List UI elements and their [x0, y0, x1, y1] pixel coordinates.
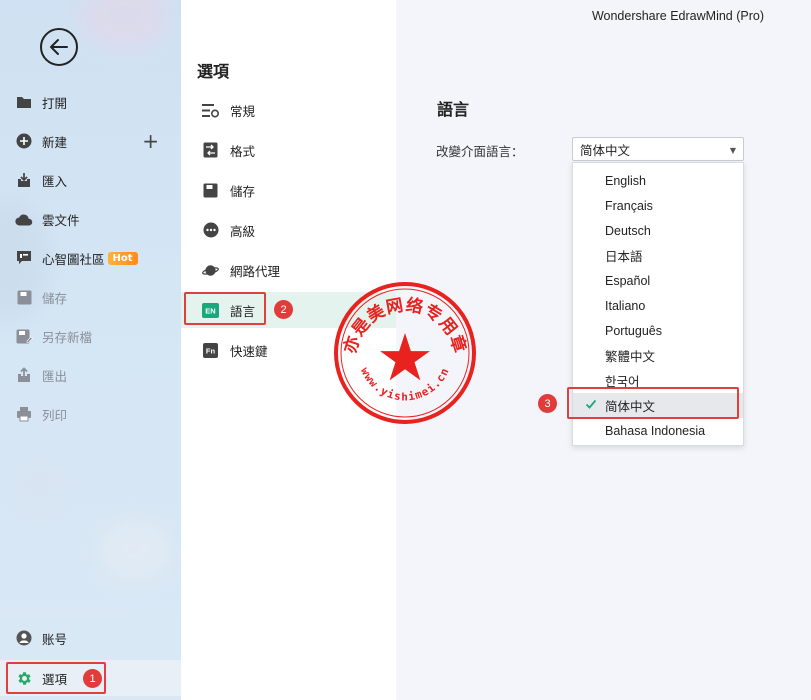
user-icon [15, 629, 33, 647]
sidebar-item-account[interactable]: 账号 [0, 625, 181, 651]
sidebar-item-import[interactable]: 匯入 [0, 167, 181, 193]
sidebar-item-label: 匯出 [42, 368, 68, 384]
back-button[interactable] [40, 28, 78, 66]
option-format[interactable]: 格式 [181, 132, 396, 168]
step-badge-2: 2 [274, 300, 293, 319]
folder-icon [15, 93, 33, 111]
bg-blob [10, 460, 70, 510]
language-select[interactable]: 简体中文 ▼ [572, 137, 744, 161]
arrow-left-icon [50, 39, 68, 55]
option-label: 儲存 [230, 183, 256, 199]
sidebar-item-community[interactable]: 心智圖社區 Hot [0, 245, 181, 271]
language-option[interactable]: 日本語 [573, 243, 743, 268]
shortcut-fn-icon: Fn [202, 342, 219, 359]
options-panel: 選項 常規 格式 儲存 高級 網路代理 EN 語言 Fn 快速鍵 [181, 0, 396, 700]
import-icon [15, 171, 33, 189]
language-option[interactable]: Português [573, 318, 743, 343]
export-icon [15, 366, 33, 384]
sidebar-item-label: 打開 [42, 95, 68, 111]
option-advanced[interactable]: 高級 [181, 212, 396, 248]
planet-icon [202, 262, 219, 279]
sidebar-item-save-as[interactable]: 另存新檔 [0, 323, 181, 349]
format-icon [202, 142, 219, 159]
language-option[interactable]: Français [573, 193, 743, 218]
option-label: 格式 [230, 143, 256, 159]
sidebar: 打開 新建 + 匯入 雲文件 心智圖社區 Hot 儲存 另存新檔 匯出 列印 账… [0, 0, 181, 700]
step-badge-3: 3 [538, 394, 557, 413]
option-shortcuts[interactable]: Fn 快速鍵 [181, 332, 396, 368]
language-option[interactable]: Deutsch [573, 218, 743, 243]
highlight-box-simplified-chinese [567, 387, 739, 419]
sidebar-item-label: 雲文件 [42, 212, 80, 228]
chevron-down-icon: ▼ [729, 146, 736, 155]
option-label: 常規 [230, 103, 256, 119]
sidebar-item-print[interactable]: 列印 [0, 401, 181, 427]
bg-blob [80, 0, 170, 50]
language-option[interactable]: Italiano [573, 293, 743, 318]
sidebar-item-open[interactable]: 打開 [0, 89, 181, 115]
save-icon [202, 182, 219, 199]
highlight-box-language [184, 292, 266, 325]
option-label: 快速鍵 [230, 343, 268, 359]
main-panel: Wondershare EdrawMind (Pro) 語言 改變介面語言： 简… [396, 0, 811, 700]
sidebar-item-cloud[interactable]: 雲文件 [0, 206, 181, 232]
hot-badge: Hot [107, 251, 138, 265]
add-circle-icon [15, 132, 33, 150]
sidebar-item-label: 儲存 [42, 290, 68, 306]
cloud-icon [15, 210, 33, 228]
change-language-label: 改變介面語言： [436, 144, 524, 159]
language-section-title: 語言 [437, 100, 470, 119]
print-icon [15, 405, 33, 423]
sidebar-item-label: 匯入 [42, 173, 68, 189]
bg-blob [100, 520, 170, 580]
sidebar-item-save[interactable]: 儲存 [0, 284, 181, 310]
options-title: 選項 [197, 62, 230, 81]
more-icon [202, 222, 219, 239]
option-label: 網路代理 [230, 263, 281, 279]
sidebar-item-new[interactable]: 新建 + [0, 128, 181, 154]
option-general[interactable]: 常規 [181, 92, 396, 128]
sidebar-item-label: 列印 [42, 407, 68, 423]
sidebar-item-label: 新建 [42, 134, 68, 150]
save-as-icon [15, 327, 33, 345]
sidebar-item-label: 心智圖社區 [42, 251, 105, 267]
step-badge-1: 1 [83, 669, 102, 688]
svg-text:Fn: Fn [206, 346, 216, 355]
option-proxy[interactable]: 網路代理 [181, 252, 396, 288]
sidebar-item-label: 账号 [42, 631, 68, 647]
language-option[interactable]: English [573, 168, 743, 193]
language-option[interactable]: Español [573, 268, 743, 293]
option-save[interactable]: 儲存 [181, 172, 396, 208]
option-label: 高級 [230, 223, 256, 239]
language-option[interactable]: 繁體中文 [573, 343, 743, 368]
add-new-button[interactable]: + [142, 131, 159, 151]
language-select-value: 简体中文 [580, 142, 631, 158]
language-option[interactable]: Bahasa Indonesia [573, 418, 743, 443]
sidebar-item-label: 另存新檔 [42, 329, 93, 345]
app-title: Wondershare EdrawMind (Pro) [591, 9, 764, 23]
save-icon [15, 288, 33, 306]
sidebar-item-export[interactable]: 匯出 [0, 362, 181, 388]
community-icon [15, 249, 33, 267]
general-icon [202, 102, 219, 119]
